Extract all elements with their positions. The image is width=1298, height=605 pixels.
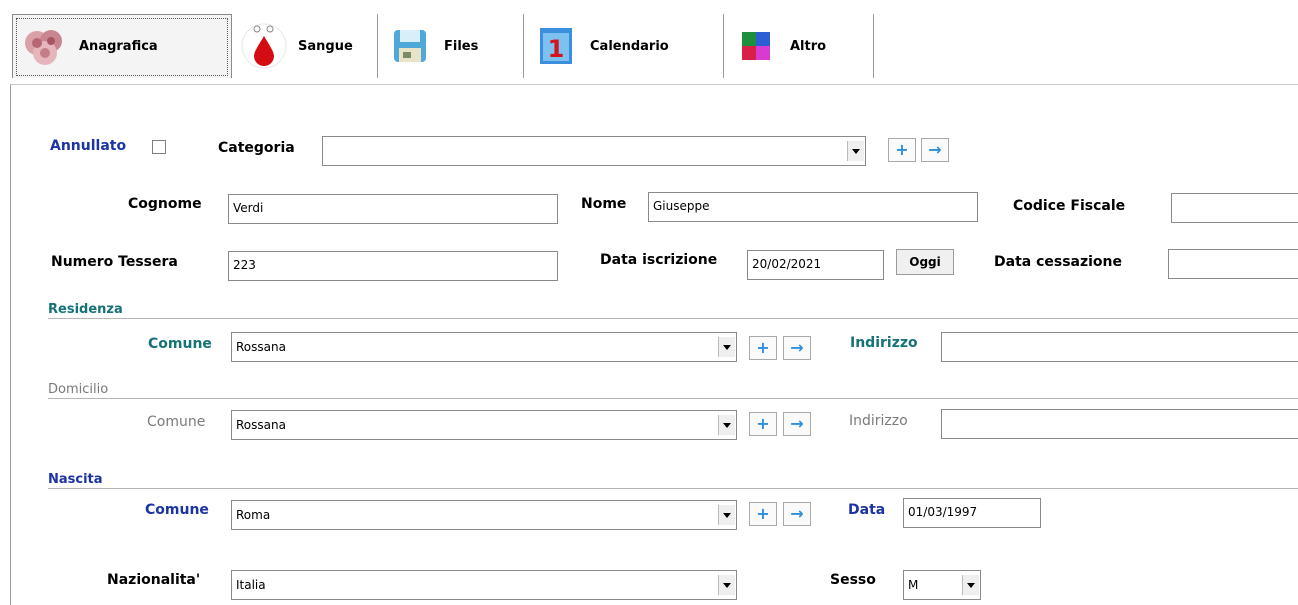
plus-icon: +: [756, 504, 770, 523]
nome-field[interactable]: Giuseppe: [648, 192, 978, 222]
nascita-add-button[interactable]: +: [749, 502, 777, 526]
categoria-label: Categoria: [218, 140, 295, 156]
domicilio-section-title: Domicilio: [48, 382, 109, 397]
codice-fiscale-field[interactable]: [1171, 193, 1298, 223]
floppy-disk-icon: [386, 22, 434, 70]
data-iscrizione-label: Data iscrizione: [600, 252, 718, 268]
nascita-data-field[interactable]: 01/03/1997: [903, 498, 1041, 528]
chevron-down-icon[interactable]: [718, 337, 735, 357]
nascita-comune-select[interactable]: Roma: [231, 500, 737, 530]
chevron-down-icon[interactable]: [718, 415, 735, 435]
sesso-label: Sesso: [830, 572, 876, 588]
nascita-comune-label: Comune: [145, 502, 209, 518]
nascita-divider: [48, 488, 1298, 489]
tab-files-label: Files: [444, 38, 479, 54]
categoria-add-button[interactable]: +: [888, 138, 916, 162]
plus-icon: +: [756, 338, 770, 357]
calendar-icon: 1: [532, 22, 580, 70]
residenza-divider: [48, 318, 1298, 319]
domicilio-comune-value: Rossana: [236, 418, 286, 432]
arrow-right-icon: →: [790, 338, 804, 357]
residenza-goto-button[interactable]: →: [783, 336, 811, 360]
domicilio-comune-select[interactable]: Rossana: [231, 410, 737, 440]
tab-calendario[interactable]: 1 Calendario: [524, 14, 724, 78]
tab-focus-outline: [16, 18, 228, 76]
domicilio-goto-button[interactable]: →: [783, 412, 811, 436]
nazionalita-value: Italia: [236, 578, 266, 592]
sesso-value: M: [908, 578, 919, 592]
residenza-comune-select[interactable]: Rossana: [231, 332, 737, 362]
chevron-down-icon[interactable]: [718, 505, 735, 525]
data-cessazione-label: Data cessazione: [994, 254, 1123, 270]
domicilio-indirizzo-field[interactable]: [941, 409, 1298, 439]
tab-altro[interactable]: Altro: [724, 14, 874, 78]
domicilio-comune-label: Comune: [147, 414, 206, 430]
domicilio-indirizzo-label: Indirizzo: [849, 413, 908, 429]
annullato-checkbox[interactable]: [152, 140, 166, 154]
residenza-comune-value: Rossana: [236, 340, 286, 354]
data-iscrizione-field[interactable]: 20/02/2021: [747, 250, 884, 280]
categoria-goto-button[interactable]: →: [921, 138, 949, 162]
numero-tessera-field[interactable]: 223: [228, 251, 558, 281]
puzzle-icon: [732, 22, 780, 70]
calendar-icon-number: 1: [548, 35, 565, 63]
residenza-section-title: Residenza: [48, 302, 123, 317]
codice-fiscale-label: Codice Fiscale: [1013, 198, 1126, 214]
chevron-down-icon[interactable]: [718, 575, 735, 595]
chevron-down-icon[interactable]: [962, 575, 979, 595]
domicilio-add-button[interactable]: +: [749, 412, 777, 436]
chevron-down-icon[interactable]: [847, 141, 864, 161]
residenza-comune-label: Comune: [148, 336, 212, 352]
blood-drop-icon: [240, 22, 288, 70]
annullato-label: Annullato: [50, 138, 127, 154]
tab-altro-label: Altro: [790, 38, 827, 54]
residenza-indirizzo-field[interactable]: [941, 332, 1298, 362]
categoria-select[interactable]: [322, 136, 866, 166]
nascita-comune-value: Roma: [236, 508, 271, 522]
tab-files[interactable]: Files: [378, 14, 524, 78]
tab-sangue[interactable]: Sangue: [232, 14, 378, 78]
data-cessazione-field[interactable]: [1168, 249, 1298, 279]
sesso-select[interactable]: M: [903, 570, 981, 600]
tab-calendario-label: Calendario: [590, 38, 669, 54]
domicilio-divider: [48, 398, 1298, 399]
nascita-data-label: Data: [848, 502, 886, 518]
nazionalita-select[interactable]: Italia: [231, 570, 737, 600]
nascita-section-title: Nascita: [48, 472, 103, 487]
arrow-right-icon: →: [790, 414, 804, 433]
cognome-field[interactable]: Verdi: [228, 194, 558, 224]
residenza-add-button[interactable]: +: [749, 336, 777, 360]
nome-label: Nome: [581, 196, 627, 212]
tab-sangue-label: Sangue: [298, 38, 353, 54]
residenza-indirizzo-label: Indirizzo: [850, 335, 918, 351]
oggi-button[interactable]: Oggi: [896, 249, 954, 275]
nazionalita-label: Nazionalita': [107, 572, 201, 588]
numero-tessera-label: Numero Tessera: [51, 254, 178, 270]
plus-icon: +: [895, 140, 909, 159]
plus-icon: +: [756, 414, 770, 433]
cognome-label: Cognome: [128, 196, 202, 212]
arrow-right-icon: →: [790, 504, 804, 523]
arrow-right-icon: →: [928, 140, 942, 159]
nascita-goto-button[interactable]: →: [783, 502, 811, 526]
